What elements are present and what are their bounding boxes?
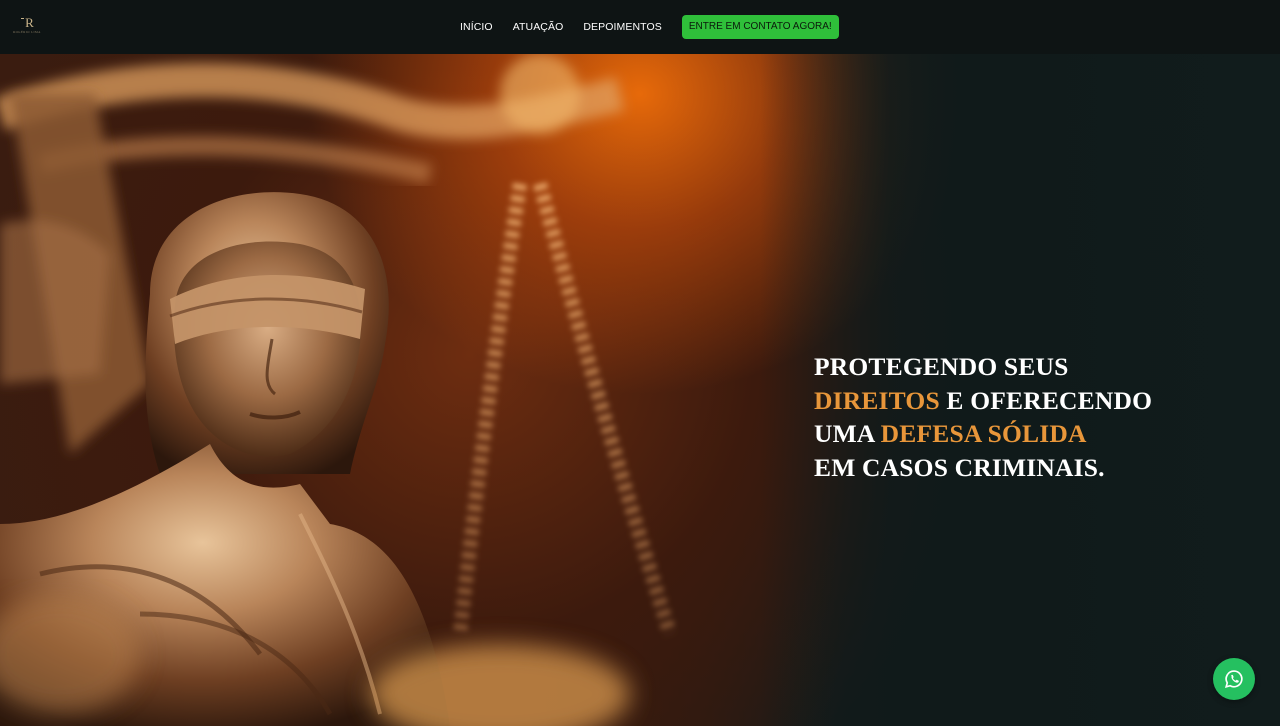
nav-link-atuacao[interactable]: ATUAÇÃO (513, 21, 564, 33)
hero-section: PROTEGENDO SEUS DIREITOS E OFERECENDO UM… (0, 54, 1280, 726)
nav-link-depoimentos[interactable]: DEPOIMENTOS (583, 21, 662, 33)
contact-cta-button[interactable]: ENTRE EM CONTATO AGORA! (681, 15, 839, 39)
logo-subtitle: ROGÉRIO LIMA (13, 30, 41, 34)
nav-link-inicio[interactable]: INÍCIO (460, 21, 493, 33)
headline-line-4: EM CASOS CRIMINAIS. (814, 452, 1105, 482)
headline-line-2: DIREITOS E OFERECENDO (814, 385, 1153, 415)
main-nav: INÍCIO ATUAÇÃO DEPOIMENTOS ENTRE EM CONT… (460, 0, 839, 54)
headline-accent-direitos: DIREITOS (814, 385, 940, 415)
headline-line-1: PROTEGENDO SEUS (814, 352, 1069, 381)
whatsapp-button[interactable] (1213, 658, 1255, 700)
top-navbar: R ROGÉRIO LIMA INÍCIO ATUAÇÃO DEPOIMENTO… (0, 0, 1280, 54)
logo-mark: R (6, 16, 48, 30)
landing-page: R ROGÉRIO LIMA INÍCIO ATUAÇÃO DEPOIMENTO… (0, 0, 1280, 726)
brand-logo[interactable]: R ROGÉRIO LIMA (6, 16, 48, 38)
headline-accent-defesa: DEFESA SÓLIDA (880, 419, 1087, 448)
whatsapp-icon (1224, 670, 1243, 689)
scale-chains (453, 182, 677, 637)
hero-headline: PROTEGENDO SEUS DIREITOS E OFERECENDO UM… (814, 350, 1234, 484)
headline-line-3: UMA DEFESA SÓLIDA (814, 419, 1087, 448)
